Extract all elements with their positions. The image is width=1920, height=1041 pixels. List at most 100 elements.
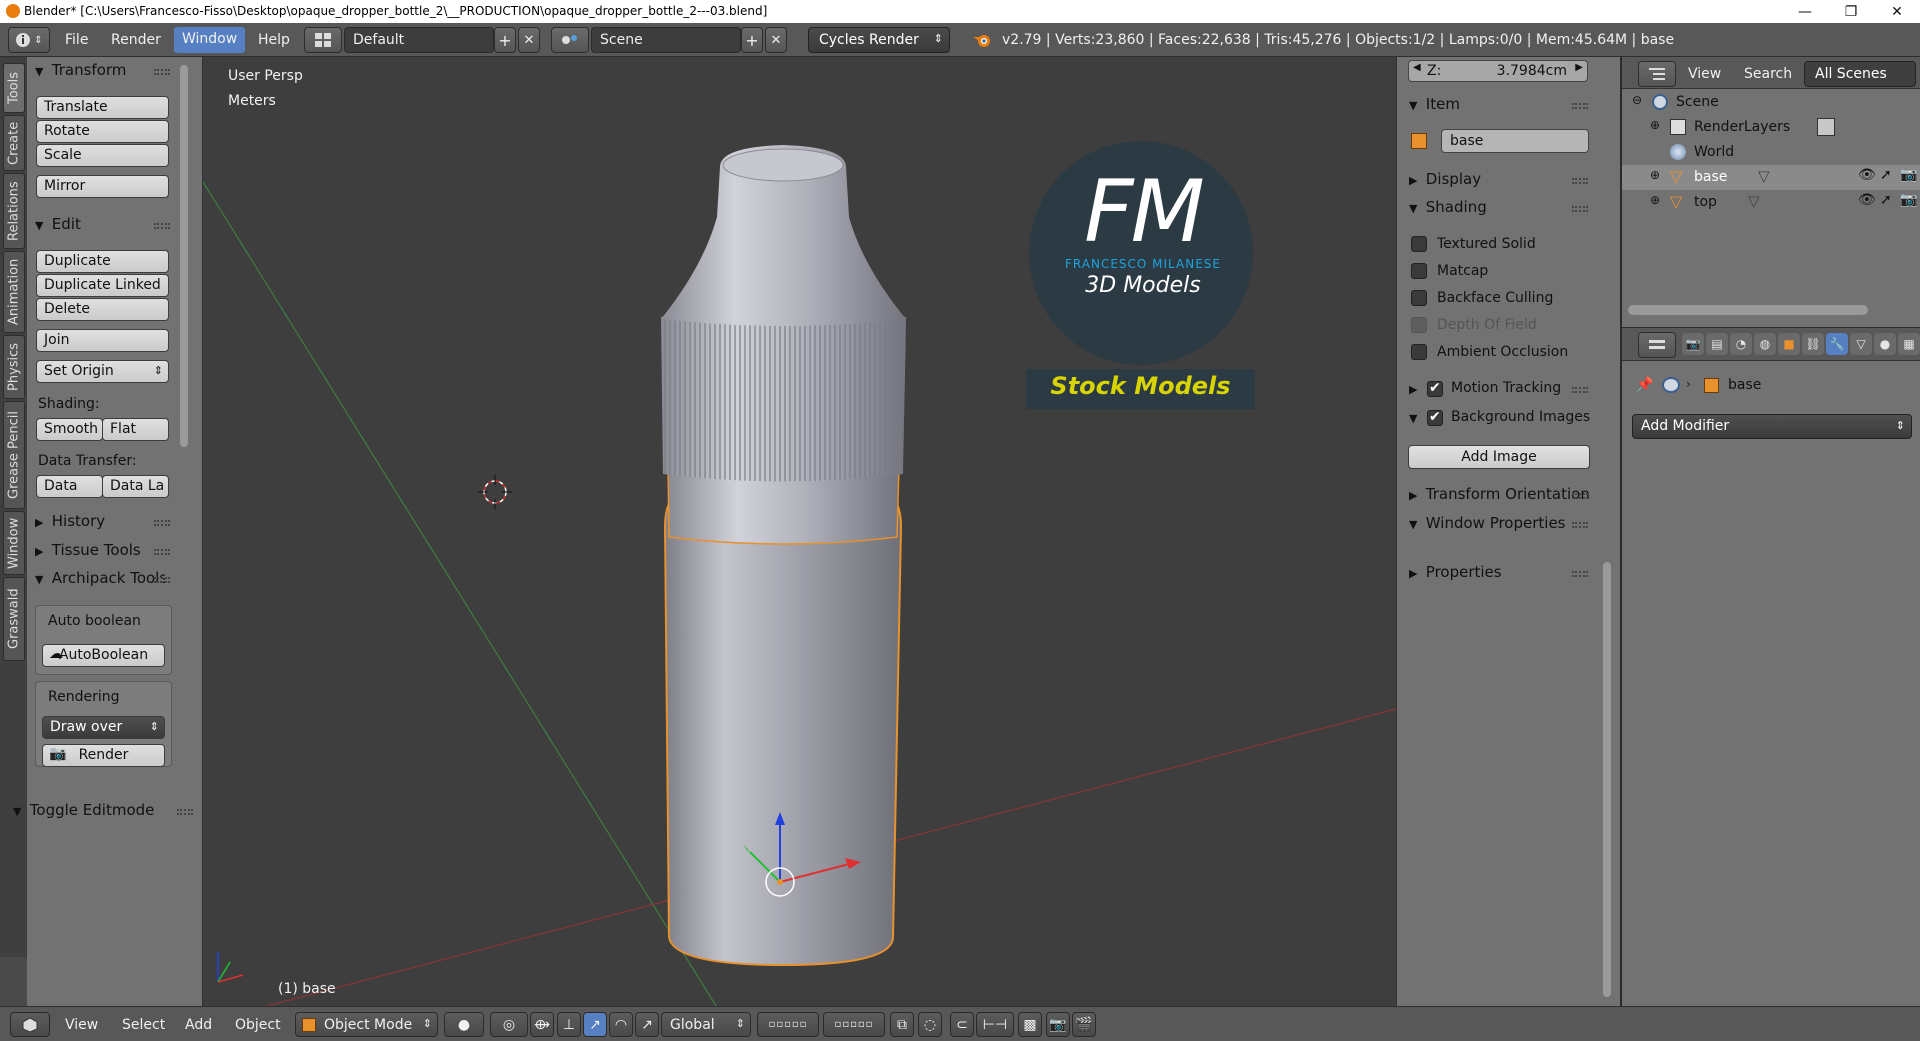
pin-icon[interactable]: 📌 xyxy=(1636,377,1653,393)
renderable-camera-icon[interactable]: 📷 xyxy=(1900,192,1917,208)
add-scene-icon[interactable]: + xyxy=(741,27,763,53)
constraints-tab-icon[interactable]: ⛓ xyxy=(1802,333,1824,355)
panel-display[interactable]: ▶ Display xyxy=(1409,170,1481,188)
panel-transform[interactable]: ▼ Transform xyxy=(35,61,126,79)
drag-grip-icon[interactable] xyxy=(1572,522,1588,528)
menu-file[interactable]: File xyxy=(65,32,88,48)
mirror-button[interactable]: Mirror xyxy=(36,175,169,198)
panel-archipack[interactable]: ▼ Archipack Tools xyxy=(35,569,165,587)
scene-selector-button[interactable] xyxy=(551,27,589,53)
add-modifier-dropdown[interactable]: Add Modifier ⇕ xyxy=(1632,414,1912,439)
maximize-button[interactable]: ❐ xyxy=(1828,0,1874,23)
object-tab-icon[interactable]: ■ xyxy=(1778,333,1800,355)
location-z-field[interactable]: ◀ Z: 3.7984cm ▶ xyxy=(1408,60,1588,82)
drag-grip-icon[interactable] xyxy=(1572,178,1588,184)
panel-motion-tracking[interactable]: ▶ xyxy=(1409,379,1421,397)
panel-shading[interactable]: ▼ Shading xyxy=(1409,198,1487,216)
pivot-point-dropdown[interactable]: ◎ xyxy=(490,1012,528,1037)
archipack-render-button[interactable]: 📷 Render xyxy=(42,744,165,767)
remove-scene-icon[interactable]: ✕ xyxy=(765,27,787,53)
manipulator-toggle[interactable]: ⟴ xyxy=(530,1012,554,1037)
viewport-select-menu[interactable]: Select xyxy=(122,1017,165,1033)
selectable-arrow-icon[interactable]: ➚ xyxy=(1880,167,1892,183)
interaction-mode-dropdown[interactable]: Object Mode ⇕ xyxy=(295,1012,438,1037)
menu-render[interactable]: Render xyxy=(111,32,161,48)
panel-edit[interactable]: ▼ Edit xyxy=(35,215,81,233)
drag-grip-icon[interactable] xyxy=(177,809,193,815)
duplicate-button[interactable]: Duplicate xyxy=(36,250,169,273)
outliner-row-world[interactable]: World xyxy=(1622,140,1920,165)
join-button[interactable]: Join xyxy=(36,329,169,352)
scale-mode-toggle[interactable]: ↗ xyxy=(635,1012,659,1037)
menu-window[interactable]: Window xyxy=(174,27,246,53)
render-still-button[interactable]: 📷 xyxy=(1046,1012,1070,1037)
add-layout-icon[interactable]: + xyxy=(494,27,516,53)
textured-solid-checkbox[interactable] xyxy=(1411,236,1427,252)
tab-create[interactable]: Create xyxy=(3,115,25,171)
outliner-row-scene[interactable]: ⊖ Scene xyxy=(1622,90,1920,115)
viewport-view-menu[interactable]: View xyxy=(65,1017,98,1033)
translate-manipulator-toggle[interactable]: ⊥ xyxy=(557,1012,581,1037)
remove-layout-icon[interactable]: ✕ xyxy=(518,27,540,53)
set-origin-dropdown[interactable]: Set Origin ⇕ xyxy=(36,360,169,383)
outliner-row-renderlayers[interactable]: ⊕ RenderLayers xyxy=(1622,115,1920,140)
panel-background-images[interactable]: ▼ xyxy=(1409,408,1421,426)
snap-element-dropdown[interactable]: ⊢⊣ xyxy=(976,1012,1014,1037)
npanel-scrollbar[interactable] xyxy=(1603,562,1611,997)
render-tab-icon[interactable]: 📷 xyxy=(1682,333,1704,355)
motion-tracking-checkbox[interactable] xyxy=(1427,380,1443,397)
panel-toggle-editmode[interactable]: ▼ Toggle Editmode xyxy=(13,801,154,819)
proportional-edit-toggle[interactable]: ◌ xyxy=(918,1012,942,1037)
tab-physics[interactable]: Physics xyxy=(3,335,25,399)
panel-properties[interactable]: ▶ Properties xyxy=(1409,563,1502,581)
outliner-row-top[interactable]: ⊕ ▽ top ▽ 👁 ➚ 📷 xyxy=(1622,190,1920,215)
drag-grip-icon[interactable] xyxy=(154,69,170,75)
scene-name-field[interactable]: Scene xyxy=(591,27,741,53)
delete-button[interactable]: Delete xyxy=(36,298,169,321)
drag-grip-icon[interactable] xyxy=(1572,387,1588,393)
rotate-button[interactable]: Rotate xyxy=(36,120,169,143)
outliner-editor-type[interactable] xyxy=(1638,61,1676,87)
draw-over-dropdown[interactable]: Draw over ⇕ xyxy=(42,716,165,739)
render-engine-dropdown[interactable]: Cycles Render ⇕ xyxy=(808,27,950,53)
minimize-button[interactable]: — xyxy=(1782,0,1828,23)
drag-grip-icon[interactable] xyxy=(1572,206,1588,212)
layer-lock-toggle[interactable]: ⧉ xyxy=(890,1012,914,1037)
drag-grip-icon[interactable] xyxy=(154,520,170,526)
drag-grip-icon[interactable] xyxy=(154,577,170,583)
drag-grip-icon[interactable] xyxy=(1572,103,1588,109)
viewport-object-menu[interactable]: Object xyxy=(235,1017,281,1033)
transform-orientation-dropdown[interactable]: Global ⇕ xyxy=(661,1012,751,1037)
panel-window-properties[interactable]: ▼ Window Properties xyxy=(1409,514,1566,532)
rotate-mode-toggle[interactable]: ◠ xyxy=(609,1012,633,1037)
bottle-body[interactable] xyxy=(663,496,903,967)
drag-grip-icon[interactable] xyxy=(154,549,170,555)
scale-button[interactable]: Scale xyxy=(36,144,169,167)
outliner-search-menu[interactable]: Search xyxy=(1744,66,1792,82)
material-tab-icon[interactable]: ● xyxy=(1874,333,1896,355)
render-layer-toggle-icon[interactable] xyxy=(1817,118,1835,136)
editor-type-button[interactable]: ⇕ xyxy=(8,27,50,53)
data-layers-button[interactable]: Data La xyxy=(102,475,169,498)
3d-cursor-icon[interactable] xyxy=(478,475,512,509)
3d-viewport[interactable]: User Persp Meters FM FRANCESCO MILANESE … xyxy=(203,57,1396,1006)
render-layers-tab-icon[interactable]: ▤ xyxy=(1706,333,1728,355)
layout-name-field[interactable]: Default xyxy=(344,27,494,53)
render-animation-button[interactable]: 🎬 xyxy=(1072,1012,1096,1037)
tab-window[interactable]: Window xyxy=(3,511,25,575)
visibility-eye-icon[interactable]: 👁 xyxy=(1858,192,1876,208)
scene-layers-grid-2[interactable]: ▫▫▫▫▫ xyxy=(823,1012,885,1037)
modifiers-wrench-icon[interactable]: 🔧 xyxy=(1826,333,1848,355)
object-name-field[interactable]: base xyxy=(1441,129,1589,153)
drag-grip-icon[interactable] xyxy=(1572,493,1588,499)
snap-toggle[interactable]: ⊂ xyxy=(950,1012,974,1037)
menu-help[interactable]: Help xyxy=(258,32,290,48)
shade-smooth-button[interactable]: Smooth xyxy=(36,418,103,441)
add-image-button[interactable]: Add Image xyxy=(1408,445,1590,469)
texture-tab-icon[interactable]: ▦ xyxy=(1898,333,1920,355)
data-tab-icon[interactable]: ▽ xyxy=(1850,333,1872,355)
tab-tools[interactable]: Tools xyxy=(3,63,25,113)
shade-flat-button[interactable]: Flat xyxy=(102,418,169,441)
tab-animation[interactable]: Animation xyxy=(3,251,25,333)
autoboolean-button[interactable]: ☁ AutoBoolean xyxy=(42,644,165,667)
